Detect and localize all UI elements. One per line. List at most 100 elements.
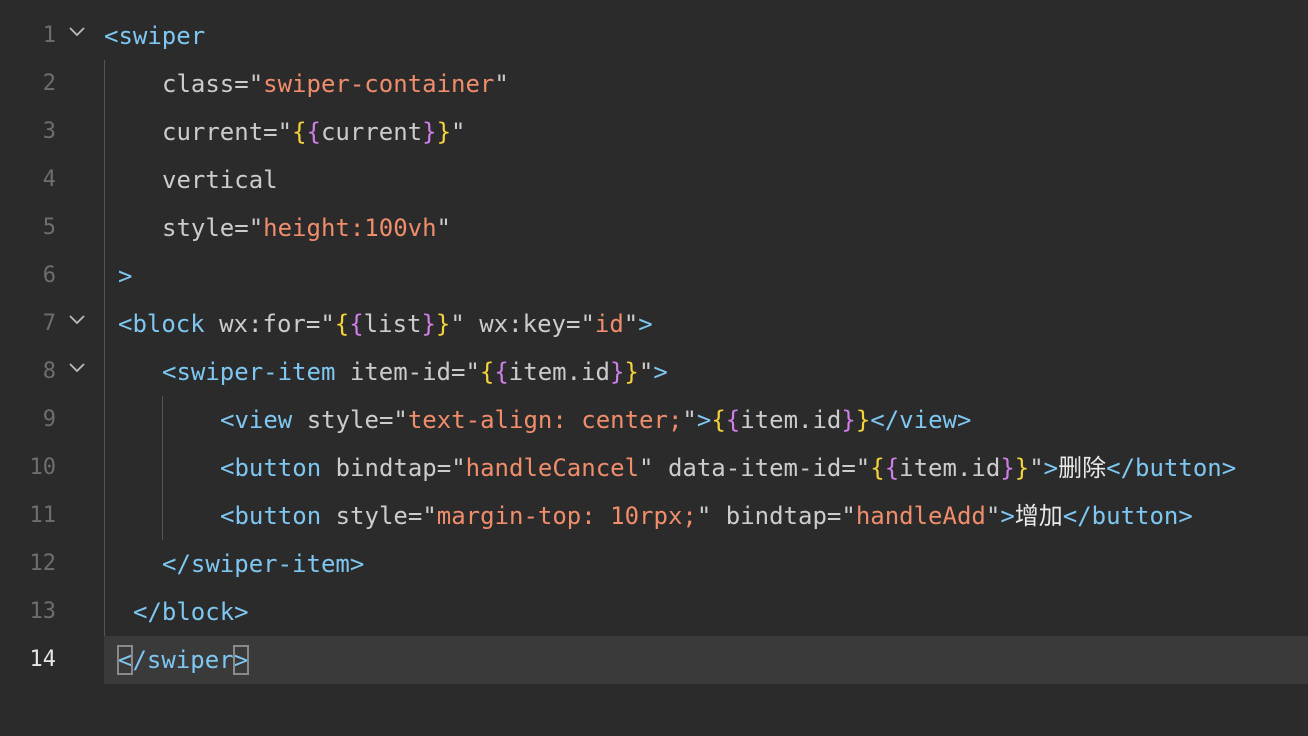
code-token: {: [711, 406, 726, 434]
code-token: /swiper: [132, 646, 234, 674]
code-token: ": [985, 502, 1001, 530]
code-token: <button: [220, 454, 322, 482]
line-number: 5: [42, 215, 56, 240]
code-line-9[interactable]: 9 <view style="text-align: center;">{{it…: [0, 396, 1308, 444]
code-token: ": [320, 310, 335, 338]
code-token: style: [292, 406, 379, 434]
code-token: ": [450, 310, 465, 338]
line-number: 9: [42, 407, 56, 432]
code-token: bindtap: [321, 454, 437, 482]
code-token: =: [305, 310, 321, 338]
code-token: handleCancel: [465, 454, 640, 482]
code-token: {: [884, 454, 900, 482]
code-token: vertical: [162, 166, 278, 194]
code-token: item-id: [335, 358, 451, 386]
code-line-11[interactable]: 11 <button style="margin-top: 10rpx;" bi…: [0, 492, 1308, 540]
code-token: wx:for: [204, 310, 306, 338]
code-token: =: [234, 214, 249, 242]
code-token: >: [232, 645, 250, 675]
code-line-4[interactable]: 4 vertical: [0, 156, 1308, 204]
code-token: {: [334, 310, 350, 338]
code-line-7[interactable]: 7 <block wx:for="{{list}}" wx:key="id">: [0, 300, 1308, 348]
code-token: =: [234, 70, 249, 98]
code-line-10[interactable]: 10 <button bindtap="handleCancel" data-i…: [0, 444, 1308, 492]
code-token: =: [407, 502, 423, 530]
code-text: <block wx:for="{{list}}" wx:key="id">: [118, 300, 653, 348]
line-number: 14: [29, 647, 57, 672]
code-token: </button>: [1062, 502, 1193, 530]
fold-chevron-icon[interactable]: [68, 314, 86, 326]
code-token: </view>: [870, 406, 972, 434]
code-token: id: [594, 310, 624, 338]
code-token: current: [162, 118, 264, 146]
code-token: </block>: [133, 598, 249, 626]
code-token: ": [638, 358, 654, 386]
code-token: >: [1000, 502, 1015, 530]
code-token: <: [116, 645, 134, 675]
code-token: </button>: [1106, 454, 1237, 482]
code-token: ": [580, 310, 595, 338]
code-token: >: [118, 262, 133, 290]
code-line-13[interactable]: 13 </block>: [0, 588, 1308, 636]
line-number: 8: [42, 359, 56, 384]
code-token: class: [162, 70, 235, 98]
fold-chevron-icon[interactable]: [68, 362, 86, 374]
code-token: ": [465, 358, 480, 386]
code-token: current: [320, 118, 423, 146]
code-text: vertical: [162, 156, 278, 204]
code-token: =: [263, 118, 278, 146]
code-token: <button: [220, 502, 322, 530]
code-token: }: [841, 406, 856, 434]
code-line-5[interactable]: 5 style="height:100vh": [0, 204, 1308, 252]
code-line-6[interactable]: 6 >: [0, 252, 1308, 300]
code-text: style="height:100vh": [162, 204, 451, 252]
code-line-8[interactable]: 8 <swiper-item item-id="{{item.id}}">: [0, 348, 1308, 396]
code-token: {: [306, 118, 321, 146]
line-number: 6: [42, 263, 56, 288]
code-token: =: [826, 502, 842, 530]
fold-chevron-icon[interactable]: [68, 26, 86, 38]
line-number: 12: [29, 551, 57, 576]
line-number: 7: [42, 311, 56, 336]
line-number: 1: [42, 23, 56, 48]
code-token: swiper-container: [263, 70, 495, 98]
code-token: <swiper-item: [162, 358, 336, 386]
code-text: <swiper-item item-id="{{item.id}}">: [162, 348, 668, 396]
code-token: ": [855, 454, 871, 482]
code-token: item.id: [740, 406, 842, 434]
code-text: class="swiper-container": [162, 60, 509, 108]
code-text: <swiper: [104, 12, 205, 60]
code-token: {: [349, 310, 364, 338]
code-token: ": [623, 310, 639, 338]
code-token: =: [378, 406, 394, 434]
code-token: >: [653, 358, 668, 386]
code-text: >: [118, 252, 132, 300]
code-token: style: [321, 502, 408, 530]
code-line-3[interactable]: 3 current="{{current}}": [0, 108, 1308, 156]
code-token: =: [841, 454, 856, 482]
code-token: }: [624, 358, 639, 386]
code-token: >: [696, 406, 712, 434]
code-editor[interactable]: 1 <swiper 2 class="swiper-container" 3 c…: [0, 0, 1308, 736]
code-token: ": [639, 454, 654, 482]
code-token: }: [855, 406, 871, 434]
code-token: handleAdd: [855, 502, 986, 530]
code-token: =: [450, 358, 466, 386]
code-token: ": [436, 214, 451, 242]
code-token: ": [494, 70, 509, 98]
code-text: </swiper>: [116, 636, 250, 684]
code-token: <view: [220, 406, 293, 434]
code-line-14-active[interactable]: 14 </swiper>: [30, 636, 1308, 684]
code-token: ": [841, 502, 856, 530]
code-token: }: [436, 118, 452, 146]
code-line-2[interactable]: 2 class="swiper-container": [0, 60, 1308, 108]
code-line-12[interactable]: 12 </swiper-item>: [0, 540, 1308, 588]
code-token: >: [638, 310, 653, 338]
code-token: item.id: [508, 358, 610, 386]
editor-top-edge: [0, 0, 1308, 6]
code-token: text-align: center;: [407, 406, 683, 434]
code-token: ": [248, 214, 264, 242]
code-token: =: [565, 310, 581, 338]
code-token: {: [292, 118, 307, 146]
code-line-1[interactable]: 1 <swiper: [0, 12, 1308, 60]
